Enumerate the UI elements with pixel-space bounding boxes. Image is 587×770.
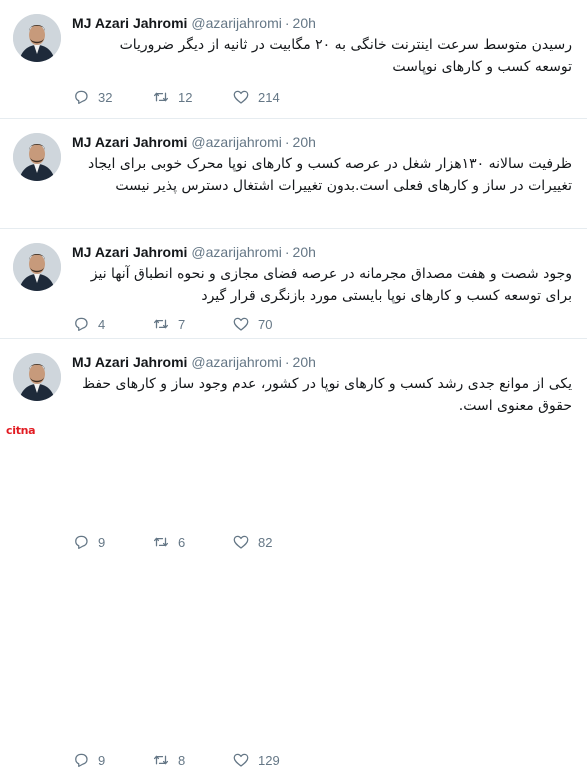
retweet-button[interactable]: 8	[152, 751, 232, 769]
tweet-text: ظرفیت سالانه ۱۳۰هزار شغل در عرصه کسب و ک…	[72, 153, 572, 197]
reply-count: 9	[98, 534, 106, 550]
tweet-timestamp[interactable]: 20h	[293, 354, 316, 370]
tweet-actions: 9 6 82	[72, 532, 302, 552]
tweet-header: MJ Azari Jahromi @azarijahromi · 20h	[72, 352, 316, 372]
like-count: 82	[258, 534, 273, 550]
retweet-icon	[153, 755, 169, 765]
retweet-count: 8	[178, 752, 186, 768]
watermark-logo: citna	[6, 424, 36, 437]
tweet-header: MJ Azari Jahromi @azarijahromi · 20h	[72, 242, 316, 262]
avatar-photo	[13, 243, 61, 291]
tweet-text-line: حقوق معنوی است.	[458, 398, 572, 414]
tweet-actions: 32 12 214	[72, 87, 302, 107]
reply-count: 9	[98, 752, 106, 768]
separator-dot: ·	[284, 354, 290, 370]
reply-icon	[75, 535, 88, 550]
author-name[interactable]: MJ Azari Jahromi	[72, 354, 187, 370]
avatar-photo	[13, 133, 61, 181]
heart-icon	[233, 753, 249, 767]
reply-button[interactable]: 9	[72, 533, 152, 551]
author-name[interactable]: MJ Azari Jahromi	[72, 15, 187, 31]
tweet-header: MJ Azari Jahromi @azarijahromi · 20h	[72, 132, 316, 152]
avatar-photo	[13, 14, 61, 62]
tweet-text-line: توسعه کسب و کارهای نوپاست	[392, 59, 572, 75]
avatar[interactable]	[13, 353, 61, 401]
reply-icon	[75, 753, 88, 768]
tweet[interactable]: MJ Azari Jahromi @azarijahromi · 20h وجود ش…	[0, 229, 587, 550]
author-name[interactable]: MJ Azari Jahromi	[72, 134, 187, 150]
tweet-text-line: برای توسعه کسب و کارهای نوپا بایستی مورد…	[201, 288, 572, 304]
separator-dot: ·	[284, 15, 290, 31]
tweet-timestamp[interactable]: 20h	[293, 244, 316, 260]
retweet-count: 12	[178, 89, 193, 105]
avatar[interactable]	[13, 133, 61, 181]
author-handle[interactable]: @azarijahromi	[191, 354, 281, 370]
like-count: 129	[258, 752, 280, 768]
reply-button[interactable]: 9	[72, 751, 152, 769]
separator-dot: ·	[284, 244, 290, 260]
tweet[interactable]: MJ Azari Jahromi @azarijahromi · 20h رسیدن …	[0, 0, 587, 119]
tweet-text: وجود شصت و هفت مصداق مجرمانه در عرصه فضا…	[72, 263, 572, 307]
tweet-text-line: وجود شصت و هفت مصداق مجرمانه در عرصه فضا…	[90, 266, 572, 282]
retweet-icon	[153, 537, 169, 547]
heart-icon	[233, 535, 249, 549]
tweet-actions: 9 8 129	[72, 750, 302, 770]
avatar-photo	[13, 353, 61, 401]
like-button[interactable]: 129	[232, 751, 302, 769]
tweet-timestamp[interactable]: 20h	[293, 15, 316, 31]
like-button[interactable]: 82	[232, 533, 302, 551]
retweet-button[interactable]: 6	[152, 533, 232, 551]
author-handle[interactable]: @azarijahromi	[191, 15, 281, 31]
author-handle[interactable]: @azarijahromi	[191, 244, 281, 260]
author-name[interactable]: MJ Azari Jahromi	[72, 244, 187, 260]
avatar[interactable]	[13, 243, 61, 291]
like-button[interactable]: 214	[232, 88, 302, 106]
tweet-header: MJ Azari Jahromi @azarijahromi · 20h	[72, 13, 316, 33]
reply-button[interactable]: 32	[72, 88, 152, 106]
retweet-icon	[153, 92, 169, 102]
retweet-count: 6	[178, 534, 186, 550]
heart-icon	[233, 90, 249, 104]
retweet-button[interactable]: 12	[152, 88, 232, 106]
avatar[interactable]	[13, 14, 61, 62]
reply-icon	[75, 90, 88, 105]
tweet[interactable]: MJ Azari Jahromi @azarijahromi · 20h یکی از…	[0, 339, 587, 768]
tweet-timestamp[interactable]: 20h	[293, 134, 316, 150]
tweet-text: رسیدن متوسط سرعت اینترنت خانگی به ۲۰ مگا…	[72, 34, 572, 78]
tweet-text-line: تغییرات در ساز و کارهای فعلی است.بدون تغ…	[115, 178, 572, 194]
author-handle[interactable]: @azarijahromi	[191, 134, 281, 150]
separator-dot: ·	[284, 134, 290, 150]
tweet-text-line: ظرفیت سالانه ۱۳۰هزار شغل در عرصه کسب و ک…	[88, 156, 572, 172]
tweet-feed: MJ Azari Jahromi @azarijahromi · 20h رسیدن …	[0, 0, 587, 768]
reply-count: 32	[98, 89, 113, 105]
tweet-text-line: رسیدن متوسط سرعت اینترنت خانگی به ۲۰ مگا…	[119, 37, 572, 53]
tweet-text: یکی از موانع جدی رشد کسب و کارهای نوپا د…	[72, 373, 572, 417]
tweet-text-line: یکی از موانع جدی رشد کسب و کارهای نوپا د…	[82, 376, 572, 392]
tweet[interactable]: MJ Azari Jahromi @azarijahromi · 20h ظرفیت …	[0, 119, 587, 332]
like-count: 214	[258, 89, 280, 105]
